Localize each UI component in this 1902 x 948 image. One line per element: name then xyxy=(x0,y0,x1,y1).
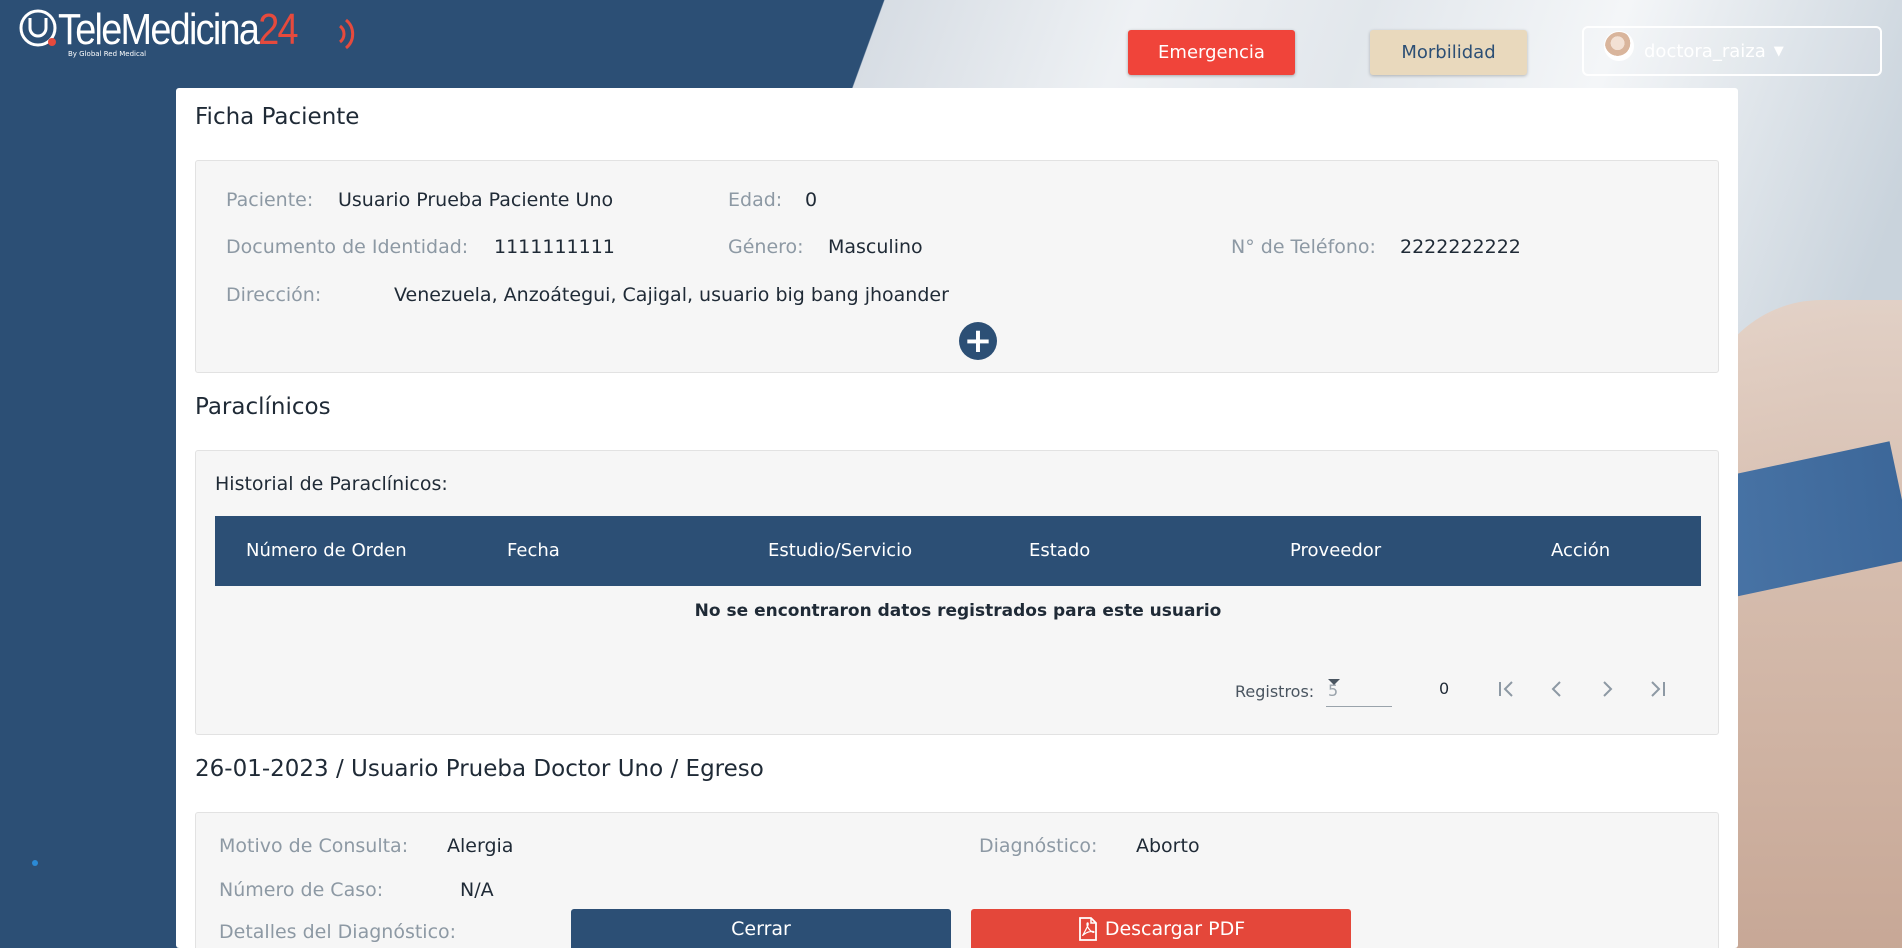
patient-label: Paciente: xyxy=(226,189,314,211)
consultation-panel: Motivo de Consulta: Alergia Diagnóstico:… xyxy=(195,812,1719,948)
first-page-icon[interactable] xyxy=(1489,671,1525,707)
stethoscope-icon xyxy=(19,9,57,47)
emergency-button[interactable]: Emergencia xyxy=(1128,30,1295,75)
avatar xyxy=(1604,31,1634,61)
case-number-value: N/A xyxy=(460,879,494,901)
phone-label: N° de Teléfono: xyxy=(1231,236,1376,258)
column-status[interactable]: Estado xyxy=(1029,516,1090,586)
patient-card-title: Ficha Paciente xyxy=(195,104,360,130)
address-value: Venezuela, Anzoátegui, Cajigal, usuario … xyxy=(394,284,949,306)
pdf-file-icon xyxy=(1078,916,1097,941)
patient-value: Usuario Prueba Paciente Uno xyxy=(338,189,614,211)
paraclinics-panel: Historial de Paraclínicos: Número de Ord… xyxy=(195,450,1719,735)
paraclinics-history-label: Historial de Paraclínicos: xyxy=(215,473,448,495)
age-label: Edad: xyxy=(728,189,783,211)
phone-value: 2222222222 xyxy=(1400,236,1521,258)
consultation-title: 26-01-2023 / Usuario Prueba Doctor Uno /… xyxy=(195,756,764,782)
paraclinics-title: Paraclínicos xyxy=(195,394,331,420)
gender-label: Género: xyxy=(728,236,804,258)
plus-circle-icon[interactable]: + xyxy=(959,322,997,360)
case-number-label: Número de Caso: xyxy=(219,879,384,901)
last-page-icon[interactable] xyxy=(1639,671,1675,707)
gender-value: Masculino xyxy=(828,236,923,258)
patient-info-panel: Paciente: Usuario Prueba Paciente Uno Ed… xyxy=(195,160,1719,373)
records-count: 0 xyxy=(1439,679,1450,698)
id-value: 1111111111 xyxy=(494,236,615,258)
next-page-icon[interactable] xyxy=(1589,671,1625,707)
column-action[interactable]: Acción xyxy=(1551,516,1610,586)
diagnosis-value: Aborto xyxy=(1136,835,1200,857)
morbidity-button[interactable]: Morbilidad xyxy=(1370,30,1527,75)
column-provider[interactable]: Proveedor xyxy=(1290,516,1381,586)
telemedicina-logo[interactable]: TeleMedicina24 By Global Red Medical xyxy=(16,5,355,60)
caret-down-icon: ▼ xyxy=(1773,43,1784,59)
logo-text: TeleMedicina24 xyxy=(58,5,299,54)
close-button[interactable]: Cerrar xyxy=(571,909,951,948)
previous-page-icon[interactable] xyxy=(1539,671,1575,707)
column-order-number[interactable]: Número de Orden xyxy=(246,516,407,586)
page-size-select[interactable]: 5 xyxy=(1326,673,1392,707)
diagnosis-label: Diagnóstico: xyxy=(979,835,1098,857)
download-pdf-button[interactable]: Descargar PDF xyxy=(971,909,1351,948)
user-menu[interactable]: doctora_raiza ▼ xyxy=(1582,26,1882,76)
reason-value: Alergia xyxy=(447,835,514,857)
signal-waves-icon xyxy=(338,18,355,50)
column-date[interactable]: Fecha xyxy=(507,516,560,586)
records-label: Registros: xyxy=(1235,682,1315,701)
reason-label: Motivo de Consulta: xyxy=(219,835,409,857)
logo-tagline: By Global Red Medical xyxy=(68,50,147,58)
id-label: Documento de Identidad: xyxy=(226,236,469,258)
address-label: Dirección: xyxy=(226,284,322,306)
main-card: Ficha Paciente Paciente: Usuario Prueba … xyxy=(176,88,1738,948)
column-study-service[interactable]: Estudio/Servicio xyxy=(768,516,912,586)
download-pdf-label: Descargar PDF xyxy=(1104,917,1246,940)
dropdown-arrow-icon xyxy=(1328,679,1340,685)
table-empty-message: No se encontraron datos registrados para… xyxy=(694,601,1222,621)
sidebar-indicator-dot xyxy=(32,860,38,866)
age-value: 0 xyxy=(805,189,818,211)
diagnosis-details-label: Detalles del Diagnóstico: xyxy=(219,921,457,943)
paraclinics-table-header: Número de Orden Fecha Estudio/Servicio E… xyxy=(215,516,1701,586)
user-name: doctora_raiza xyxy=(1644,40,1766,62)
